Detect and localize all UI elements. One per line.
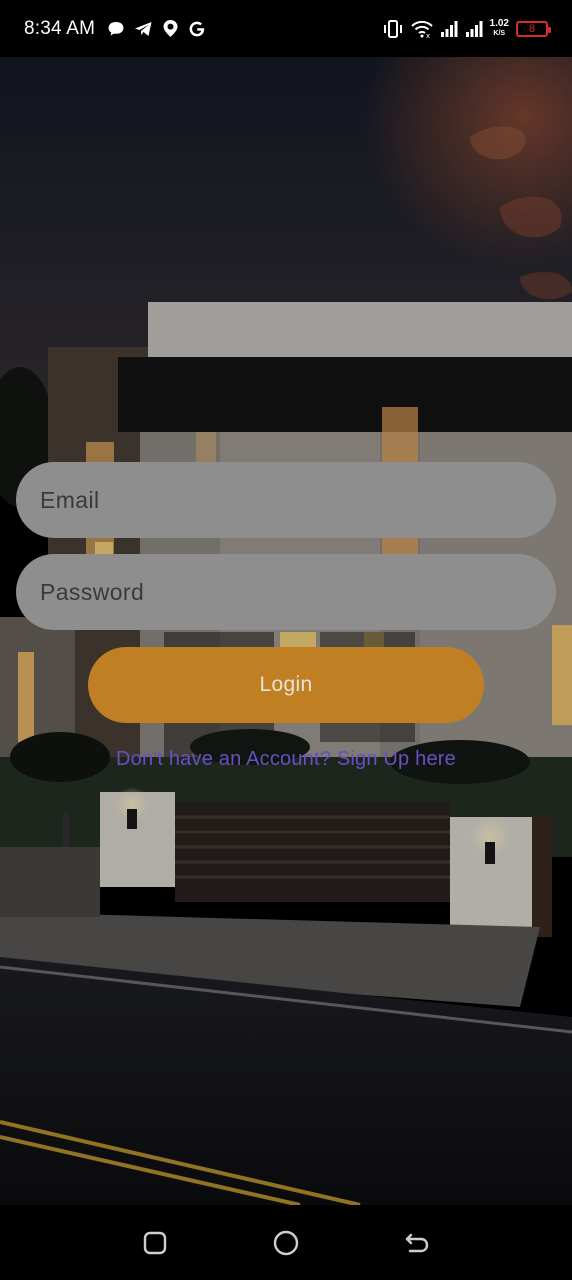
battery-level: 8 [528,22,536,35]
recents-button[interactable] [135,1223,175,1263]
back-icon [405,1233,428,1252]
signal-icon [440,20,458,37]
speed-value: 1.02 [489,17,509,29]
email-placeholder: Email [40,486,100,513]
home-button[interactable] [266,1223,306,1263]
login-button[interactable]: Login [88,647,484,723]
password-field[interactable]: Password [16,554,556,630]
recents-icon [144,1231,167,1254]
status-time: 8:34 AM [24,17,96,39]
svg-text:x: x [426,32,430,38]
status-left: 8:34 AM [24,18,206,40]
navigation-bar [0,1205,572,1280]
chat-bubble-icon [108,21,124,35]
password-placeholder: Password [40,578,145,605]
signal-icon-2 [465,20,483,37]
google-icon [189,21,205,36]
email-field[interactable]: Email [16,462,556,538]
home-icon [273,1230,299,1255]
vibrate-icon [383,19,402,38]
speed-unit: K/S [493,29,506,37]
signup-link[interactable]: Don't have an Account? Sign Up here [0,748,572,771]
back-button[interactable] [397,1223,437,1263]
network-speed: 1.02 K/S [489,17,509,39]
location-pin-icon [163,20,178,37]
telegram-icon [135,21,152,36]
notification-icons [107,19,206,38]
status-right: x 1.02 K/S 8 [382,17,551,39]
battery-indicator: 8 [516,20,551,37]
status-bar: 8:34 AM x 1.02 K/S 8 [0,0,572,57]
wifi-icon: x [410,20,433,38]
background-image [0,57,572,1205]
